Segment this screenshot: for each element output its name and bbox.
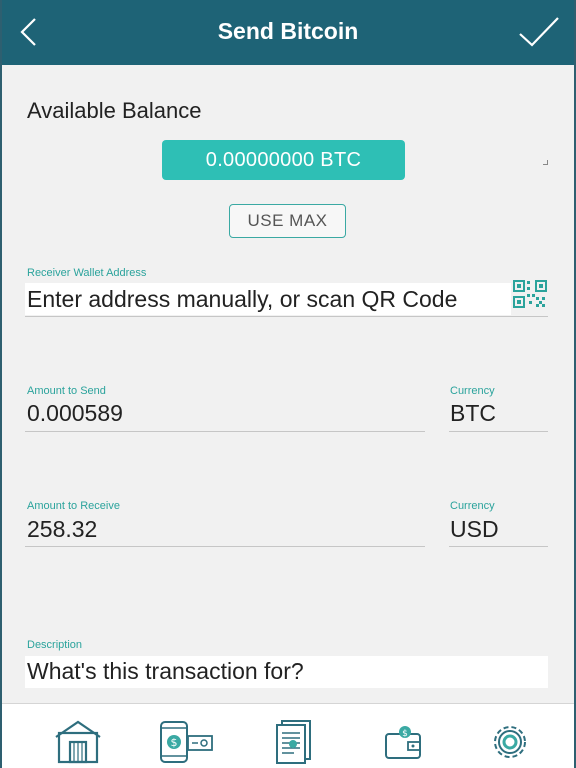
receive-currency-underline (449, 546, 548, 547)
confirm-button[interactable] (516, 12, 562, 52)
tab-home[interactable] (53, 720, 103, 764)
send-currency-select[interactable]: BTC (450, 400, 545, 427)
description-label: Description (27, 639, 83, 651)
amount-receive-underline (25, 546, 425, 547)
checkmark-icon (519, 17, 559, 47)
balance-amount-badge: 0.00000000 BTC (162, 140, 405, 180)
tab-receipts[interactable] (270, 720, 320, 764)
svg-text:$: $ (171, 736, 178, 749)
settings-gear-icon (494, 726, 526, 758)
amount-receive-label: Amount to Receive (27, 500, 120, 512)
scan-qr-button[interactable] (512, 279, 548, 309)
qr-code-icon (513, 280, 547, 308)
tab-send-payment[interactable]: $ (158, 720, 214, 764)
tab-wallet[interactable]: $ (378, 720, 428, 764)
available-balance-label: Available Balance (27, 98, 202, 123)
svg-text:$: $ (402, 729, 408, 739)
wallet-icon: $ (385, 726, 421, 759)
amount-send-input[interactable]: 0.000589 (27, 400, 422, 427)
bottom-tab-bar: $ $ (0, 703, 576, 768)
receipt-icon (276, 720, 311, 764)
amount-send-label: Amount to Send (27, 385, 106, 397)
home-icon (55, 720, 101, 764)
receive-currency-label: Currency (450, 500, 495, 512)
use-max-button[interactable]: USE MAX (229, 204, 346, 238)
send-currency-underline (449, 431, 548, 432)
send-currency-label: Currency (450, 385, 495, 397)
description-input[interactable]: What's this transaction for? (25, 656, 548, 688)
receiver-address-input[interactable]: Enter address manually, or scan QR Code (25, 283, 511, 315)
receiver-address-label: Receiver Wallet Address (27, 267, 147, 279)
resize-mark (543, 160, 548, 165)
receive-currency-select[interactable]: USD (450, 516, 545, 543)
amount-send-underline (25, 431, 425, 432)
page-title: Send Bitcoin (217, 18, 359, 44)
send-payment-icon: $ (160, 721, 213, 763)
header-bar: Send Bitcoin (0, 0, 576, 65)
receiver-address-underline (25, 316, 548, 317)
tab-settings[interactable] (485, 720, 535, 764)
amount-receive-input[interactable]: 258.32 (27, 516, 422, 543)
